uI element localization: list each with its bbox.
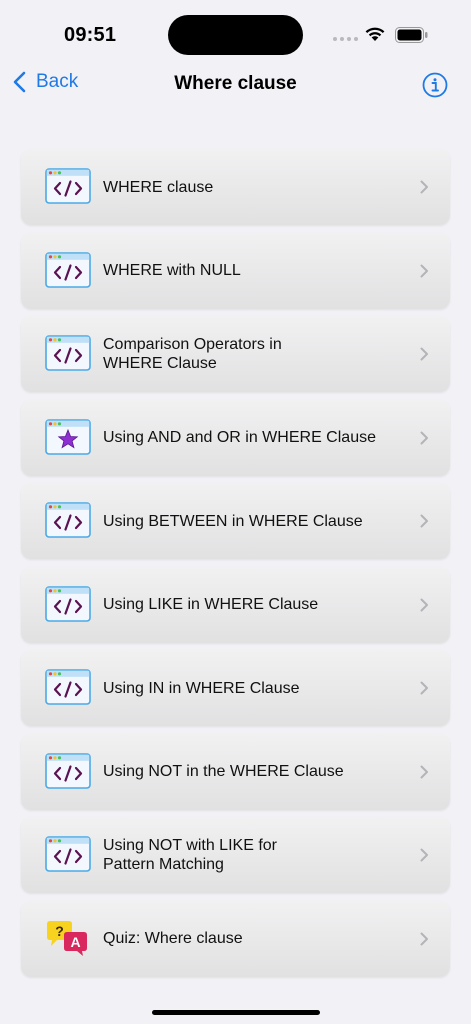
code-window-icon [45,168,91,204]
list-item[interactable]: WHERE clause [21,149,450,225]
list-item-label: Using BETWEEN in WHERE Clause [103,512,363,530]
chevron-right-icon [420,681,428,695]
code-window-icon [45,251,91,288]
chevron-right-icon [420,180,428,194]
code-window-icon [45,585,91,622]
chevron-right-icon [420,848,428,862]
list-item-label: WHERE with NULL [103,262,241,279]
chevron-right-icon [420,514,428,528]
list-item[interactable]: Comparison Operators in WHERE Clause [21,316,450,392]
svg-text:A: A [70,934,80,950]
chevron-right-icon [420,598,428,611]
star-window-icon [45,418,91,455]
code-window-icon [45,502,91,538]
list-item-label: Using NOT with LIKE for Pattern Matching [103,837,277,873]
list-item-label: Comparison Operators in WHERE Clause [103,336,282,372]
list-item[interactable]: Using BETWEEN in WHERE Clause [21,483,450,559]
list-item-label: Quiz: Where clause [103,930,243,947]
chevron-right-icon [420,347,428,361]
list-item[interactable]: Using LIKE in WHERE Clause [21,566,450,643]
code-window-icon [45,669,91,705]
list-item[interactable]: Using NOT with LIKE for Pattern Matching [21,817,450,893]
code-window-icon [45,752,91,789]
chevron-right-icon [420,431,428,444]
list-item-label: WHERE clause [103,178,214,196]
chevron-right-icon [420,264,428,277]
list-item[interactable]: Using NOT in the WHERE Clause [21,733,450,810]
list-item-label: Using LIKE in WHERE Clause [103,596,319,613]
list-item-label: Using AND and OR in WHERE Clause [103,429,376,446]
list-item-label: Using NOT in the WHERE Clause [103,763,344,780]
list-item[interactable]: Using IN in WHERE Clause [21,650,450,726]
list-item[interactable]: WHERE with NULL [21,232,450,309]
battery-icon [395,27,428,43]
status-time: 09:51 [64,24,117,46]
navigation-bar: Back Where clause [0,62,471,106]
code-window-icon [45,335,91,371]
code-window-icon [45,836,91,872]
wifi-icon [365,27,385,41]
dynamic-island [168,15,303,55]
info-icon[interactable] [422,72,448,98]
svg-text:?: ? [55,923,64,939]
chevron-right-icon [420,932,428,945]
list-item[interactable]: ? A Quiz: Where clause [21,900,450,977]
home-indicator [152,1010,320,1015]
page-title: Where clause [174,73,297,94]
chevron-right-icon [420,765,428,778]
list-item[interactable]: Using AND and OR in WHERE Clause [21,399,450,476]
quiz-icon: ?A [47,920,87,956]
status-bar: 09:51 [0,0,471,70]
lesson-list: WHERE clause WHERE with NULL Comparison Op… [21,149,450,984]
list-item-label: Using IN in WHERE Clause [103,679,300,697]
cellular-signal-icon [333,37,358,41]
